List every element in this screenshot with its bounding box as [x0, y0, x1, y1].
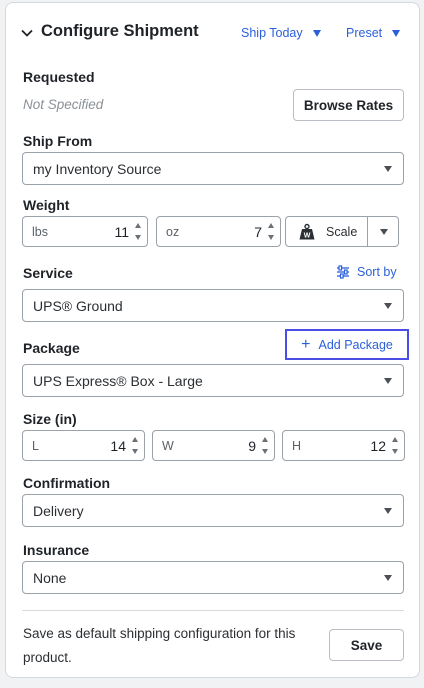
scale-button[interactable]: W Scale — [286, 217, 368, 246]
width-value: 9 — [248, 438, 256, 454]
height-unit: H — [292, 439, 302, 453]
sliders-icon — [337, 265, 349, 279]
service-label: Service — [23, 265, 73, 281]
service-select[interactable]: UPS® Ground — [22, 289, 404, 322]
length-value: 14 — [110, 438, 126, 454]
requested-label: Requested — [23, 69, 95, 85]
caret-down-icon — [384, 378, 392, 384]
length-unit: L — [32, 439, 39, 453]
size-label: Size (in) — [23, 411, 77, 427]
requested-value: Not Specified — [23, 97, 104, 112]
scale-dropdown-button[interactable] — [368, 217, 398, 246]
size-width-input[interactable]: W 9 — [152, 430, 275, 461]
caret-down-icon — [380, 229, 388, 235]
weight-label: Weight — [23, 197, 70, 213]
stepper-icon[interactable] — [392, 437, 400, 455]
ship-from-value: my Inventory Source — [33, 160, 162, 177]
ship-from-label: Ship From — [23, 133, 93, 149]
divider — [22, 610, 404, 611]
svg-text:W: W — [304, 232, 311, 239]
service-value: UPS® Ground — [33, 297, 123, 314]
stepper-icon[interactable] — [132, 437, 140, 455]
caret-down-icon — [384, 508, 392, 514]
weight-lbs-input[interactable]: lbs 11 — [22, 216, 148, 247]
confirmation-label: Confirmation — [23, 475, 111, 491]
caret-down-icon — [312, 29, 321, 37]
sort-by-label: Sort by — [357, 265, 397, 279]
add-package-button[interactable]: + Add Package — [285, 329, 409, 360]
caret-down-icon — [384, 166, 392, 172]
ship-today-label: Ship Today — [241, 26, 303, 40]
caret-down-icon — [392, 29, 401, 37]
weight-oz-input[interactable]: oz 7 — [156, 216, 281, 247]
package-value: UPS Express® Box - Large — [33, 372, 203, 389]
lbs-value: 11 — [114, 224, 129, 240]
height-value: 12 — [370, 438, 386, 454]
scale-weight-icon: W — [299, 223, 315, 239]
preset-label: Preset — [346, 26, 383, 40]
page-title: Configure Shipment — [41, 22, 199, 40]
oz-unit: oz — [166, 225, 180, 239]
save-default-text: Save as default shipping configuration f… — [23, 626, 296, 665]
ship-from-select[interactable]: my Inventory Source — [22, 152, 404, 185]
ship-today-dropdown[interactable]: Ship Today — [241, 26, 321, 40]
plus-icon: + — [301, 335, 311, 353]
browse-rates-button[interactable]: Browse Rates — [293, 89, 404, 121]
insurance-select[interactable]: None — [22, 561, 404, 594]
stepper-icon[interactable] — [262, 437, 270, 455]
preset-dropdown[interactable]: Preset — [346, 26, 401, 40]
scale-label: Scale — [326, 224, 358, 239]
save-button[interactable]: Save — [329, 629, 404, 661]
caret-down-icon — [384, 303, 392, 309]
caret-down-icon — [384, 575, 392, 581]
lbs-unit: lbs — [32, 225, 48, 239]
insurance-value: None — [33, 569, 67, 586]
confirmation-value: Delivery — [33, 502, 84, 519]
stepper-icon[interactable] — [268, 223, 276, 241]
add-package-label: Add Package — [318, 337, 393, 352]
size-height-input[interactable]: H 12 — [282, 430, 405, 461]
width-unit: W — [162, 439, 174, 453]
insurance-label: Insurance — [23, 542, 90, 558]
package-label: Package — [23, 340, 80, 356]
package-select[interactable]: UPS Express® Box - Large — [22, 364, 404, 397]
confirmation-select[interactable]: Delivery — [22, 494, 404, 527]
sort-by-link[interactable]: Sort by — [336, 265, 397, 279]
size-length-input[interactable]: L 14 — [22, 430, 145, 461]
stepper-icon[interactable] — [135, 223, 143, 241]
oz-value: 7 — [254, 224, 262, 240]
chevron-down-icon[interactable] — [20, 26, 34, 40]
scale-control: W Scale — [285, 216, 399, 247]
